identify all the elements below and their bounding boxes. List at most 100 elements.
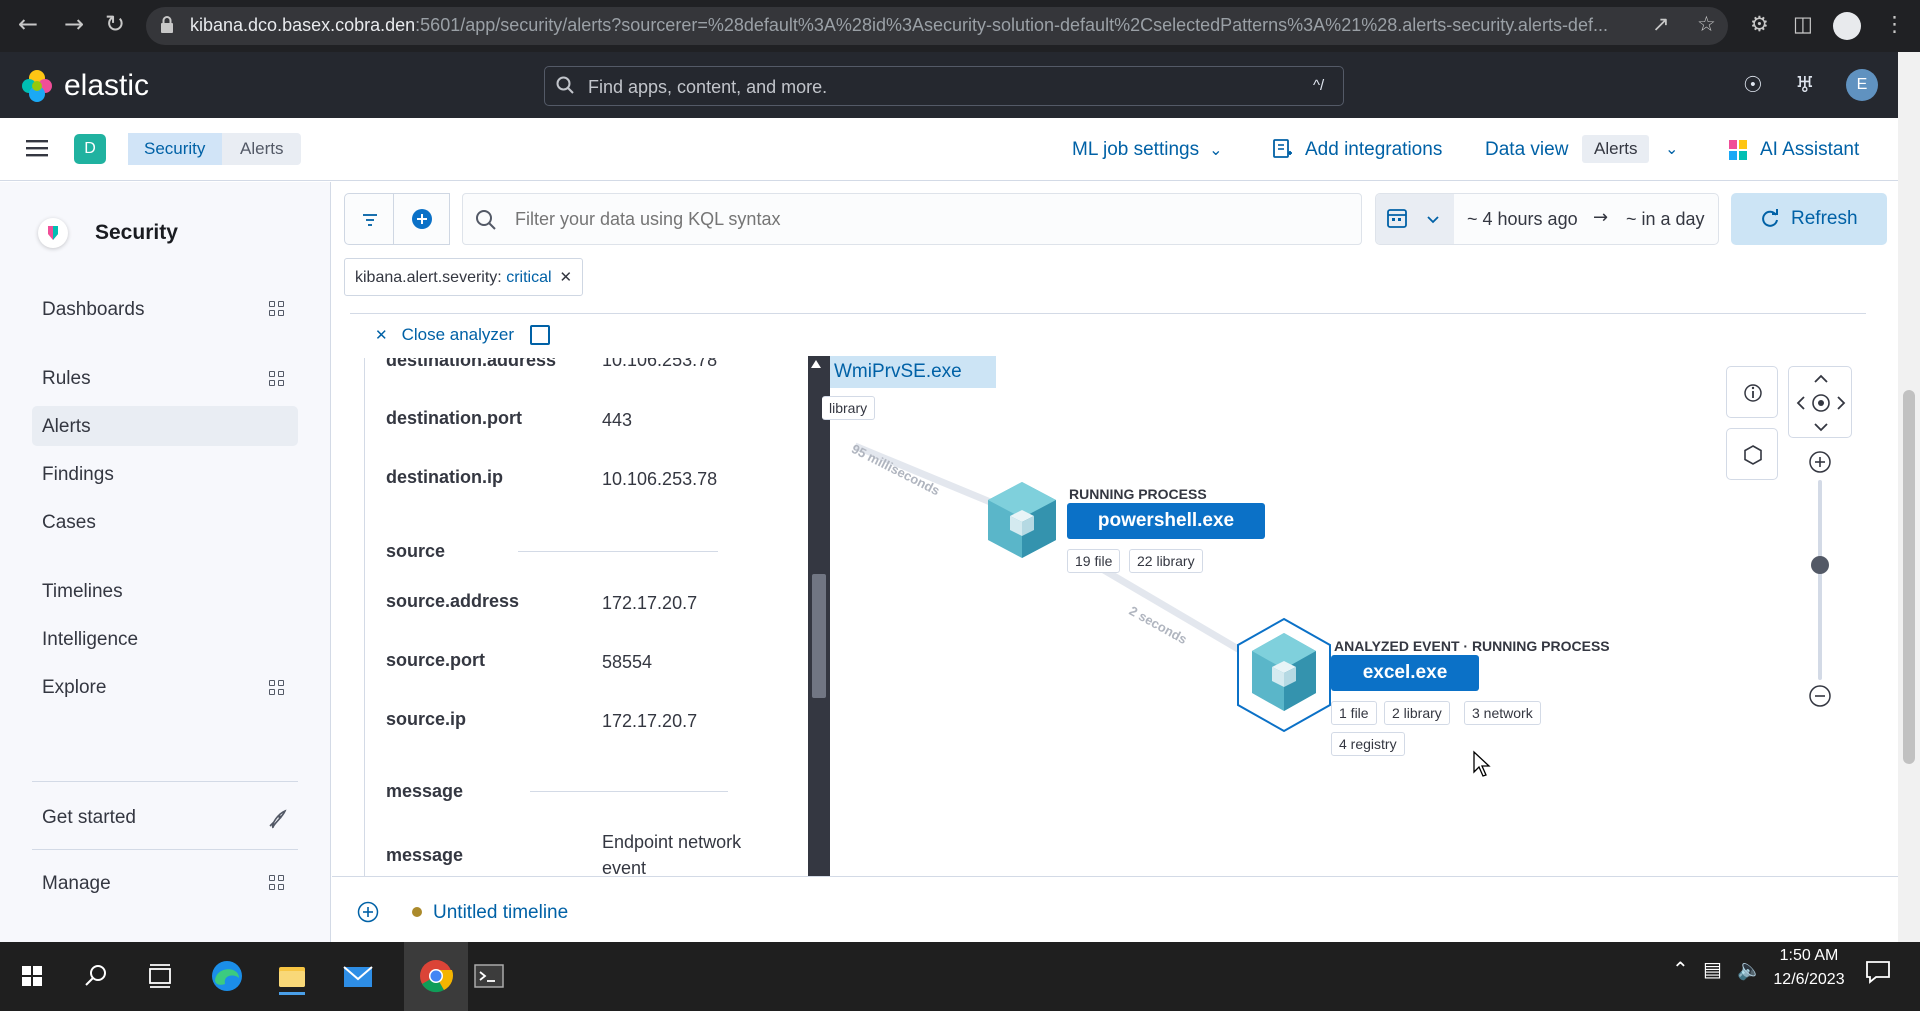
node-type-label: ANALYZED EVENT · RUNNING PROCESS xyxy=(1334,638,1610,654)
event-chip-library[interactable]: library xyxy=(822,396,876,420)
elastic-logo-icon[interactable] xyxy=(20,69,54,103)
timeline-link[interactable]: Untitled timeline xyxy=(433,902,568,924)
profile-icon[interactable] xyxy=(1833,12,1861,40)
page-scroll-thumb[interactable] xyxy=(1903,390,1915,764)
user-avatar[interactable]: E xyxy=(1846,69,1878,101)
breadcrumb-security[interactable]: Security xyxy=(128,133,227,165)
side-panel-icon[interactable]: ◫ xyxy=(1793,12,1813,36)
hamburger-menu-icon[interactable] xyxy=(26,137,48,159)
share-icon[interactable]: ↗ xyxy=(1652,12,1670,36)
rules-grid-icon[interactable] xyxy=(269,371,285,387)
extensions-icon[interactable]: ⚙ xyxy=(1750,12,1769,36)
clock-date[interactable]: 12/6/2023 xyxy=(1762,971,1856,989)
scroll-up-arrow-icon[interactable] xyxy=(811,360,821,368)
event-chip[interactable]: 2 library xyxy=(1384,701,1450,725)
zoom-in-icon[interactable] xyxy=(1808,450,1832,474)
zoom-slider-handle[interactable] xyxy=(1811,556,1829,574)
panel-scroll-thumb[interactable] xyxy=(812,574,826,698)
sidebar-item-cases[interactable]: Cases xyxy=(42,512,96,534)
process-node-powershell[interactable]: powershell.exe xyxy=(1067,503,1265,539)
rocket-icon[interactable] xyxy=(266,808,288,830)
ml-job-settings-button[interactable]: ML job settings ⌄ xyxy=(1072,139,1223,161)
event-chip[interactable]: 1 file xyxy=(1331,701,1377,725)
sidebar-item-rules[interactable]: Rules xyxy=(42,368,91,390)
panel-top-clip xyxy=(364,346,808,358)
more-menu-icon[interactable]: ⋮ xyxy=(1884,12,1905,36)
reload-icon[interactable]: ↻ xyxy=(99,10,131,38)
detail-value: Endpoint network xyxy=(602,832,742,852)
running-process-cube-icon[interactable] xyxy=(984,478,1060,562)
plus-circle-icon xyxy=(412,209,432,229)
search-shortcut: ^/ xyxy=(1313,77,1325,94)
add-filter-button[interactable] xyxy=(394,193,450,245)
kql-search-input[interactable] xyxy=(462,193,1362,245)
ai-assistant-button[interactable]: AI Assistant xyxy=(1760,139,1859,161)
taskbar-search-icon[interactable] xyxy=(76,956,116,996)
add-integrations-button[interactable]: Add integrations xyxy=(1305,139,1442,161)
explore-grid-icon[interactable] xyxy=(269,680,285,696)
fullscreen-icon[interactable] xyxy=(530,325,550,345)
pan-control[interactable] xyxy=(1788,366,1852,438)
detail-key: destination.port xyxy=(386,408,522,428)
detail-value: 58554 xyxy=(602,652,653,672)
analyzed-event-cube-icon[interactable] xyxy=(1234,617,1334,733)
sidebar-item-intelligence[interactable]: Intelligence xyxy=(42,629,138,651)
edge-browser-icon[interactable] xyxy=(207,956,247,996)
network-icon[interactable]: ▤ xyxy=(1703,957,1722,981)
mail-icon[interactable] xyxy=(338,956,378,996)
filter-menu-button[interactable] xyxy=(344,193,394,245)
file-explorer-icon[interactable] xyxy=(272,956,312,996)
sidebar-divider xyxy=(32,781,298,782)
event-chip[interactable]: 3 network xyxy=(1464,701,1541,725)
legend-button[interactable] xyxy=(1726,366,1778,418)
quick-select-button[interactable] xyxy=(1376,194,1454,244)
sidebar-item-timelines[interactable]: Timelines xyxy=(42,581,123,603)
sidebar-item-findings[interactable]: Findings xyxy=(42,464,114,486)
news-feed-icon[interactable]: ♅ xyxy=(1795,73,1815,98)
sidebar-item-manage[interactable]: Manage xyxy=(42,873,111,895)
data-view-label: Data view xyxy=(1485,139,1569,160)
breadcrumb-alerts: Alerts xyxy=(222,133,302,165)
sidebar-item-get-started[interactable]: Get started xyxy=(42,807,136,829)
date-end[interactable]: ~ in a day xyxy=(1626,209,1705,230)
zoom-slider-track[interactable] xyxy=(1818,480,1822,680)
pan-arrows-icon xyxy=(1796,374,1846,432)
forward-arrow-icon[interactable]: → xyxy=(58,10,90,38)
event-chip[interactable]: 4 registry xyxy=(1331,732,1405,756)
mouse-cursor-icon xyxy=(1473,750,1491,777)
event-chip[interactable]: 19 file xyxy=(1067,549,1121,573)
help-icon[interactable]: ☉ xyxy=(1743,73,1763,98)
date-start[interactable]: ~ 4 hours ago xyxy=(1467,209,1578,230)
dashboards-grid-icon[interactable] xyxy=(269,301,285,317)
data-view-selector[interactable]: Alerts xyxy=(1582,135,1650,163)
back-arrow-icon[interactable]: ← xyxy=(12,10,44,38)
space-avatar[interactable]: D xyxy=(74,134,106,164)
chrome-browser-icon[interactable] xyxy=(416,956,456,996)
event-chip[interactable]: 22 library xyxy=(1129,549,1203,573)
tray-chevron-icon[interactable]: ⌃ xyxy=(1672,957,1689,981)
remove-filter-icon[interactable]: ✕ xyxy=(560,268,573,286)
star-icon[interactable]: ☆ xyxy=(1697,12,1716,36)
volume-icon[interactable]: 🔈 xyxy=(1737,957,1762,981)
process-node-excel[interactable]: excel.exe xyxy=(1331,655,1479,691)
windows-start-icon[interactable] xyxy=(12,956,52,996)
manage-grid-icon[interactable] xyxy=(269,875,285,891)
terminal-icon[interactable] xyxy=(469,956,509,996)
sidebar-item-explore[interactable]: Explore xyxy=(42,677,106,699)
add-timeline-icon[interactable] xyxy=(357,901,379,923)
data-view-chevron-icon[interactable]: ⌄ xyxy=(1665,139,1678,158)
filter-pill-severity[interactable]: kibana.alert.severity: critical ✕ xyxy=(344,258,584,296)
filter-pill-value: critical xyxy=(506,269,552,286)
detail-value: 172.17.20.7 xyxy=(602,711,698,731)
task-view-icon[interactable] xyxy=(140,956,180,996)
security-logo-icon xyxy=(38,218,68,248)
clock-time[interactable]: 1:50 AM xyxy=(1774,947,1844,965)
close-analyzer-button[interactable]: ✕ Close analyzer xyxy=(375,325,514,345)
notifications-icon[interactable] xyxy=(1864,958,1892,986)
schema-button[interactable] xyxy=(1726,428,1778,480)
process-node-wmiprvse[interactable]: WmiPrvSE.exe xyxy=(830,356,996,388)
url-text: kibana.dco.basex.cobra.den:5601/app/secu… xyxy=(190,15,1608,35)
zoom-out-icon[interactable] xyxy=(1808,684,1832,708)
sidebar-item-alerts[interactable]: Alerts xyxy=(42,416,91,438)
sidebar-item-dashboards[interactable]: Dashboards xyxy=(42,299,144,321)
